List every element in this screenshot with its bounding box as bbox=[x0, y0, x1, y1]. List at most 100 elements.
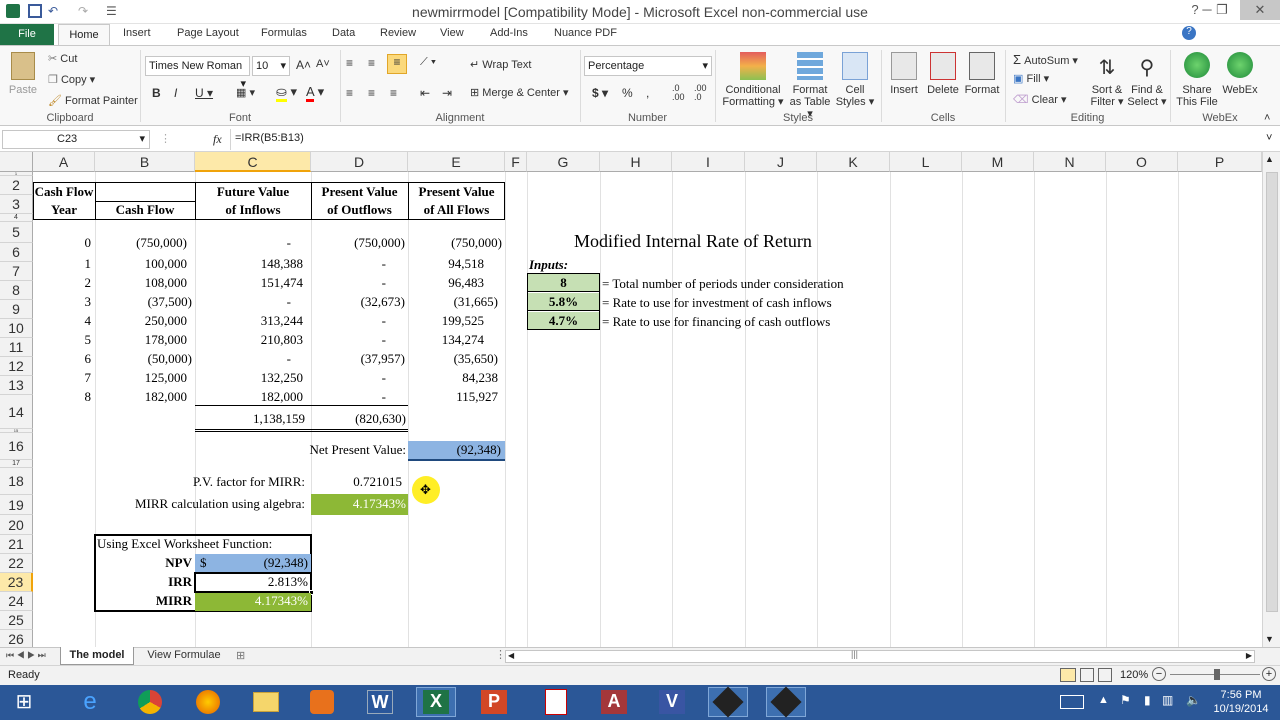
mirr-fn-value[interactable]: 4.17343% bbox=[195, 593, 308, 609]
cell-pv-outflows[interactable]: - bbox=[311, 370, 386, 386]
scroll-right-icon[interactable]: ▶ bbox=[1246, 651, 1252, 660]
number-format-select[interactable]: Percentage ▾ bbox=[584, 56, 712, 76]
cell-cash-flow[interactable]: (50,000) bbox=[95, 351, 192, 367]
tab-formulas[interactable]: Formulas bbox=[261, 27, 307, 39]
row-header-3[interactable]: 3 bbox=[0, 195, 33, 214]
font-name-select[interactable]: Times New Roman ▾ bbox=[145, 56, 250, 90]
input-periods[interactable]: 8 bbox=[527, 275, 600, 291]
insert-cells-button[interactable]: Insert bbox=[886, 52, 922, 96]
chrome-icon[interactable] bbox=[130, 687, 170, 717]
copy-button[interactable]: ❐ Copy ▾ bbox=[48, 73, 95, 86]
total-pv-outflows[interactable]: (820,630) bbox=[311, 411, 406, 427]
format-as-table-button[interactable]: Format as Table ▾ bbox=[787, 52, 833, 120]
borders-button[interactable]: ▦ ▾ bbox=[236, 86, 255, 99]
column-header-f[interactable]: F bbox=[505, 152, 527, 172]
tab-insert[interactable]: Insert bbox=[123, 27, 151, 39]
row-header-6[interactable]: 6 bbox=[0, 243, 33, 262]
cell-pv-all[interactable]: 115,927 bbox=[408, 389, 498, 405]
cell-cash-flow[interactable]: 250,000 bbox=[95, 313, 187, 329]
align-left-button[interactable]: ≡ bbox=[346, 86, 353, 100]
cell-pv-all[interactable]: (750,000) bbox=[408, 235, 502, 251]
row-header-16[interactable]: 16 bbox=[0, 433, 33, 460]
name-box[interactable]: C23 ▾ bbox=[2, 130, 150, 149]
shrink-font-button[interactable]: A˅ bbox=[316, 58, 330, 70]
word-icon[interactable]: W bbox=[360, 687, 400, 717]
tab-add-ins[interactable]: Add-Ins bbox=[490, 27, 528, 39]
merge-center-button[interactable]: ⊞ Merge & Center ▾ bbox=[470, 86, 569, 99]
column-header-m[interactable]: M bbox=[962, 152, 1034, 172]
cell-year[interactable]: 7 bbox=[33, 370, 92, 386]
row-header-2[interactable]: 2 bbox=[0, 176, 33, 195]
tab-nuance-pdf[interactable]: Nuance PDF bbox=[554, 27, 617, 39]
column-header-p[interactable]: P bbox=[1178, 152, 1262, 172]
media-player-icon[interactable] bbox=[302, 687, 342, 717]
cell-future-value[interactable]: - bbox=[195, 351, 291, 367]
tab-home[interactable]: Home bbox=[58, 24, 110, 46]
row-header-7[interactable]: 7 bbox=[0, 262, 33, 281]
cell-cash-flow[interactable]: 108,000 bbox=[95, 275, 187, 291]
wrap-text-button[interactable]: ↵ Wrap Text bbox=[470, 58, 531, 71]
tab-page-layout[interactable]: Page Layout bbox=[177, 27, 239, 39]
italic-button[interactable]: I bbox=[174, 86, 177, 100]
format-painter-button[interactable]: 🖌 Format Painter bbox=[48, 94, 138, 107]
file-explorer-icon[interactable] bbox=[246, 687, 286, 717]
align-bottom-button[interactable]: ≡ bbox=[387, 54, 407, 74]
tab-file[interactable]: File bbox=[0, 24, 54, 45]
clear-button[interactable]: ⌫ Clear ▾ bbox=[1013, 93, 1067, 106]
grow-font-button[interactable]: A˄ bbox=[296, 58, 311, 72]
restore-button[interactable]: ❐ bbox=[1207, 0, 1237, 20]
normal-view-button[interactable] bbox=[1060, 668, 1076, 682]
worksheet-grid[interactable]: A B C D E F G H I J K L M N O P 1 2 3 4 … bbox=[0, 152, 1262, 648]
cell-year[interactable]: 2 bbox=[33, 275, 92, 291]
column-header-i[interactable]: I bbox=[672, 152, 745, 172]
cell-cash-flow[interactable]: 100,000 bbox=[95, 256, 187, 272]
npv-value[interactable]: (92,348) bbox=[408, 442, 501, 458]
sheet-tab-the-model[interactable]: The model bbox=[60, 647, 134, 665]
webex-button[interactable]: WebExEx bbox=[1220, 52, 1260, 108]
row-header-20[interactable]: 20 bbox=[0, 515, 33, 535]
cell-cash-flow[interactable]: (750,000) bbox=[95, 235, 187, 251]
scroll-thumb-h[interactable]: ||| bbox=[851, 649, 858, 659]
system-clock[interactable]: 7:56 PM 10/19/2014 bbox=[1206, 688, 1276, 716]
cell-cash-flow[interactable]: 182,000 bbox=[95, 389, 187, 405]
cell-pv-outflows[interactable]: (37,957) bbox=[311, 351, 405, 367]
column-header-b[interactable]: B bbox=[95, 152, 195, 172]
irr-fn-value[interactable]: 2.813% bbox=[195, 574, 308, 590]
help-circle-icon[interactable]: ? bbox=[1182, 26, 1196, 40]
autosum-button[interactable]: Σ AutoSum ▾ bbox=[1013, 52, 1078, 67]
scroll-down-icon[interactable]: ▼ bbox=[1265, 634, 1274, 644]
cell-year[interactable]: 4 bbox=[33, 313, 92, 329]
fill-color-button[interactable]: ⛀ ▾ bbox=[276, 84, 297, 102]
sheet-nav-arrows[interactable]: ⏮ ◀ ▶ ⏭ bbox=[6, 650, 46, 661]
sort-filter-button[interactable]: ⇅ Sort & Filter ▾ bbox=[1088, 52, 1126, 108]
access-icon[interactable]: A bbox=[594, 687, 634, 717]
row-header-25[interactable]: 25 bbox=[0, 611, 33, 630]
column-header-l[interactable]: L bbox=[890, 152, 962, 172]
page-break-view-button[interactable] bbox=[1098, 668, 1112, 682]
cell-future-value[interactable]: - bbox=[195, 235, 291, 251]
recorder-icon[interactable] bbox=[766, 686, 806, 718]
total-future-value[interactable]: 1,138,159 bbox=[195, 411, 305, 427]
cell-future-value[interactable]: 132,250 bbox=[195, 370, 303, 386]
cell-pv-outflows[interactable]: - bbox=[311, 313, 386, 329]
row-header-21[interactable]: 21 bbox=[0, 535, 33, 554]
cut-button[interactable]: ✂ Cut bbox=[48, 52, 77, 65]
cell-future-value[interactable]: 210,803 bbox=[195, 332, 303, 348]
zoom-slider-thumb[interactable] bbox=[1214, 669, 1220, 680]
cell-future-value[interactable]: 151,474 bbox=[195, 275, 303, 291]
scroll-left-icon[interactable]: ◀ bbox=[508, 651, 514, 660]
column-header-h[interactable]: H bbox=[600, 152, 672, 172]
row-header-23[interactable]: 23 bbox=[0, 573, 33, 592]
cell-future-value[interactable]: - bbox=[195, 294, 291, 310]
align-center-button[interactable]: ≡ bbox=[368, 86, 375, 100]
scroll-thumb[interactable] bbox=[1266, 172, 1278, 612]
horizontal-scrollbar[interactable]: ◀ ||| ▶ bbox=[505, 649, 1255, 663]
camtasia-icon[interactable] bbox=[708, 686, 748, 718]
cell-year[interactable]: 1 bbox=[33, 256, 92, 272]
powerpoint-icon[interactable]: P bbox=[474, 687, 514, 717]
select-all-corner[interactable] bbox=[0, 152, 33, 172]
cell-pv-all[interactable]: 199,525 bbox=[408, 313, 484, 329]
cell-year[interactable]: 0 bbox=[33, 235, 92, 251]
formula-bar-options-icon[interactable]: ⋮ bbox=[160, 132, 171, 145]
bold-button[interactable]: B bbox=[152, 86, 161, 100]
